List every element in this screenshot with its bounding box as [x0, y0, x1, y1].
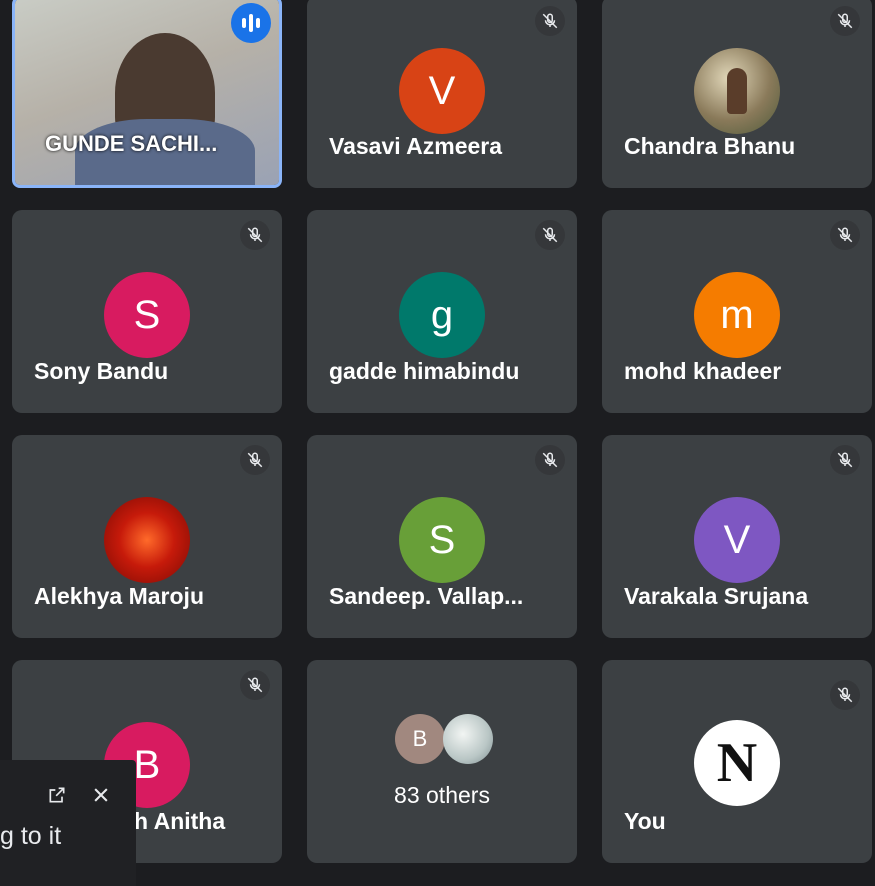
- close-icon[interactable]: [88, 782, 114, 808]
- participant-avatar: N: [694, 720, 780, 806]
- participant-avatar: g: [399, 272, 485, 358]
- participant-name: h Anitha: [134, 808, 226, 834]
- participant-tile-alekhya[interactable]: Alekhya Maroju: [12, 435, 282, 638]
- mic-off-icon: [830, 220, 860, 250]
- mic-off-icon: [240, 445, 270, 475]
- participant-name: GUNDE SACHI...: [45, 131, 218, 156]
- others-avatar-photo: [443, 714, 493, 764]
- participant-name: Varakala Srujana: [624, 583, 809, 609]
- participant-avatar: S: [399, 497, 485, 583]
- avatar-initial: V: [723, 517, 751, 562]
- mic-off-icon: [240, 670, 270, 700]
- participant-avatar: S: [104, 272, 190, 358]
- participant-tile-gunde[interactable]: GUNDE SACHI...: [12, 0, 282, 188]
- mic-off-icon: [830, 445, 860, 475]
- mic-off-icon: [830, 680, 860, 710]
- avatar-initial: B: [133, 742, 161, 787]
- participant-photo-avatar: [694, 48, 780, 134]
- avatar-initial: S: [133, 292, 161, 337]
- mic-off-icon: [240, 220, 270, 250]
- participant-name: You: [624, 808, 666, 834]
- avatar-initial: g: [430, 292, 454, 337]
- person-figure: [727, 68, 747, 114]
- avatar-initial: m: [720, 292, 754, 337]
- mic-off-icon: [535, 445, 565, 475]
- participant-name: Sandeep. Vallap...: [329, 583, 524, 609]
- participant-name: Vasavi Azmeera: [329, 133, 503, 159]
- others-avatar-b: B: [395, 714, 445, 764]
- avatar-initial: S: [428, 517, 456, 562]
- participant-tile-gadde[interactable]: g gadde himabindu: [307, 210, 577, 413]
- speaking-indicator: [231, 3, 271, 43]
- participant-tile-sony[interactable]: S Sony Bandu: [12, 210, 282, 413]
- participant-name: mohd khadeer: [624, 358, 782, 384]
- avatar-initial: V: [428, 68, 456, 113]
- participant-tile-mohd[interactable]: m mohd khadeer: [602, 210, 872, 413]
- mic-off-icon: [830, 6, 860, 36]
- participant-avatar: V: [694, 497, 780, 583]
- participant-name: gadde himabindu: [329, 358, 520, 384]
- participant-photo-avatar: [104, 497, 190, 583]
- mic-off-icon: [535, 220, 565, 250]
- avatar-initial: B: [412, 726, 428, 751]
- participant-grid: GUNDE SACHI... V Vasavi Azmeera Chandra …: [0, 0, 875, 886]
- others-count-label: 83 others: [394, 782, 490, 808]
- open-external-icon[interactable]: [44, 782, 70, 808]
- participant-tile-vasavi[interactable]: V Vasavi Azmeera: [307, 0, 577, 188]
- participant-name: Alekhya Maroju: [34, 583, 204, 609]
- participant-tile-varakala[interactable]: V Varakala Srujana: [602, 435, 872, 638]
- participant-tile-chandra[interactable]: Chandra Bhanu: [602, 0, 872, 188]
- participant-avatar: m: [694, 272, 780, 358]
- pip-caption: g to it: [0, 822, 62, 850]
- others-tile[interactable]: B 83 others: [307, 660, 577, 863]
- participant-tile-you[interactable]: N You: [602, 660, 872, 863]
- participant-name: Chandra Bhanu: [624, 133, 796, 159]
- mic-off-icon: [535, 6, 565, 36]
- participant-tile-sandeep[interactable]: S Sandeep. Vallap...: [307, 435, 577, 638]
- participant-avatar: V: [399, 48, 485, 134]
- participant-name: Sony Bandu: [34, 358, 169, 384]
- avatar-initial: N: [716, 732, 758, 794]
